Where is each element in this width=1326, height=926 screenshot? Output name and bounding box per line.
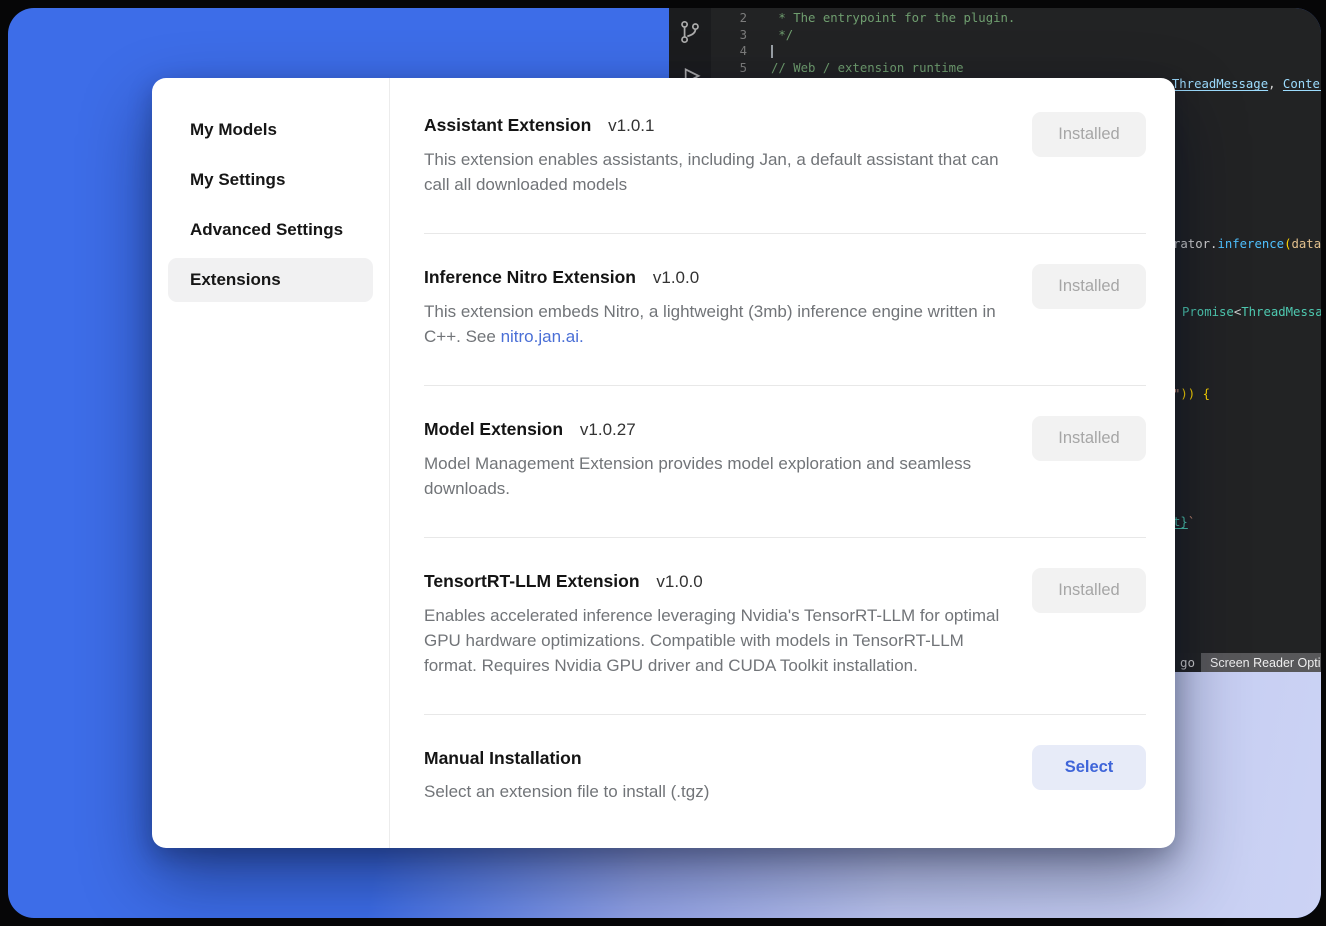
extensions-list: Assistant Extension v1.0.1 This extensio… xyxy=(390,78,1175,848)
extension-name: Manual Installation xyxy=(424,748,582,768)
line-number: 5 xyxy=(711,60,763,77)
sidebar-item-label: Extensions xyxy=(190,270,281,290)
code-token xyxy=(771,45,773,58)
extension-version: v1.0.0 xyxy=(656,572,702,591)
status-screen-reader[interactable]: Screen Reader Optimize xyxy=(1201,653,1321,672)
extension-info: Inference Nitro Extension v1.0.0 This ex… xyxy=(424,264,1010,349)
extension-description: This extension enables assistants, inclu… xyxy=(424,147,1010,197)
extension-description-text: Select an extension file to install (.tg… xyxy=(424,782,709,801)
code-token: inference xyxy=(1217,237,1284,251)
screenshot-canvas: 2 * The entrypoint for the plugin.3 */45… xyxy=(0,0,1326,926)
code-token: // Web / extension runtime xyxy=(771,61,964,75)
status-language-text: go xyxy=(1180,653,1195,672)
extension-description: Select an extension file to install (.tg… xyxy=(424,779,709,804)
code-token: ContentType xyxy=(1283,77,1321,91)
select-file-button[interactable]: Select xyxy=(1032,745,1146,790)
extension-description-text: This extension enables assistants, inclu… xyxy=(424,150,999,194)
code-token: Promise xyxy=(1182,305,1234,319)
nitro-jan-ai-link[interactable]: nitro.jan.ai. xyxy=(501,327,584,346)
extension-version: v1.0.0 xyxy=(653,268,699,287)
code-token: */ xyxy=(771,28,793,42)
extension-row-assistant: Assistant Extension v1.0.1 This extensio… xyxy=(424,78,1146,234)
extension-name: TensortRT-LLM Extension xyxy=(424,571,640,591)
code-token: { xyxy=(1195,387,1210,401)
code-fragment: rator.inference(data)); xyxy=(1173,237,1321,251)
line-number: 4 xyxy=(711,43,763,60)
extension-row-manual-installation: Manual Installation Select an extension … xyxy=(424,715,1146,830)
sidebar-item-label: My Settings xyxy=(190,170,285,190)
sidebar-item-advanced-settings[interactable]: Advanced Settings xyxy=(168,208,373,252)
code-fragment: Promise<ThreadMessage> xyxy=(1182,305,1321,319)
code-line: 5 // Web / extension runtime xyxy=(711,60,1321,77)
code-line: 4 xyxy=(711,43,1321,60)
sidebar-item-label: My Models xyxy=(190,120,277,140)
code-token: t} xyxy=(1173,515,1188,529)
code-text: * The entrypoint for the plugin. xyxy=(763,10,1015,27)
line-number: 2 xyxy=(711,10,763,27)
extension-name: Inference Nitro Extension xyxy=(424,267,636,287)
installed-button[interactable]: Installed xyxy=(1032,568,1146,613)
sidebar-item-my-settings[interactable]: My Settings xyxy=(168,158,373,202)
sidebar-item-my-models[interactable]: My Models xyxy=(168,108,373,152)
code-token: ThreadMessage xyxy=(1241,305,1321,319)
code-token: ThreadMessage xyxy=(1172,77,1268,91)
code-token: rator xyxy=(1173,237,1210,251)
extension-row-tensorrt: TensortRT-LLM Extension v1.0.0 Enables a… xyxy=(424,538,1146,715)
sidebar-menu: My Models My Settings Advanced Settings … xyxy=(152,108,389,302)
extension-info: Model Extension v1.0.27 Model Management… xyxy=(424,416,1010,501)
code-token: ` xyxy=(1188,515,1195,529)
extension-version: v1.0.27 xyxy=(580,420,636,439)
code-token: * The entrypoint for the plugin. xyxy=(771,11,1015,25)
extension-version: v1.0.1 xyxy=(608,116,654,135)
line-number: 3 xyxy=(711,27,763,44)
settings-sidebar: My Models My Settings Advanced Settings … xyxy=(152,78,390,848)
extension-info: TensortRT-LLM Extension v1.0.0 Enables a… xyxy=(424,568,1010,678)
extension-name: Assistant Extension xyxy=(424,115,591,135)
extension-row-model: Model Extension v1.0.27 Model Management… xyxy=(424,386,1146,538)
extension-description: This extension embeds Nitro, a lightweig… xyxy=(424,299,1010,349)
extension-title: Assistant Extension v1.0.1 xyxy=(424,112,1010,139)
extension-title: Model Extension v1.0.27 xyxy=(424,416,1010,443)
extension-title: Manual Installation xyxy=(424,745,709,771)
extension-name: Model Extension xyxy=(424,419,563,439)
extension-title: TensortRT-LLM Extension v1.0.0 xyxy=(424,568,1010,595)
sidebar-item-label: Advanced Settings xyxy=(190,220,343,240)
extension-description-text: Model Management Extension provides mode… xyxy=(424,454,971,498)
code-token: )) xyxy=(1180,387,1195,401)
installed-button[interactable]: Installed xyxy=(1032,264,1146,309)
code-fragment: ")) { xyxy=(1173,387,1210,401)
code-line: 2 * The entrypoint for the plugin. xyxy=(711,10,1321,27)
extension-info: Assistant Extension v1.0.1 This extensio… xyxy=(424,112,1010,197)
code-text xyxy=(763,43,773,60)
installed-button[interactable]: Installed xyxy=(1032,112,1146,157)
sidebar-item-extensions[interactable]: Extensions xyxy=(168,258,373,302)
code-text: */ xyxy=(763,27,793,44)
extension-description: Model Management Extension provides mode… xyxy=(424,451,1010,501)
source-control-icon[interactable] xyxy=(677,19,703,45)
extension-info: Manual Installation Select an extension … xyxy=(424,745,709,804)
code-fragment: t}` xyxy=(1173,515,1195,529)
extension-description: Enables accelerated inference leveraging… xyxy=(424,603,1010,678)
code-line: 3 */ xyxy=(711,27,1321,44)
extension-description-text: Enables accelerated inference leveraging… xyxy=(424,606,999,675)
code-token: , xyxy=(1268,77,1283,91)
code-token: data xyxy=(1291,237,1321,251)
installed-button[interactable]: Installed xyxy=(1032,416,1146,461)
extension-row-nitro: Inference Nitro Extension v1.0.0 This ex… xyxy=(424,234,1146,386)
settings-modal: My Models My Settings Advanced Settings … xyxy=(152,78,1175,848)
extension-title: Inference Nitro Extension v1.0.0 xyxy=(424,264,1010,291)
code-text: // Web / extension runtime xyxy=(763,60,964,77)
